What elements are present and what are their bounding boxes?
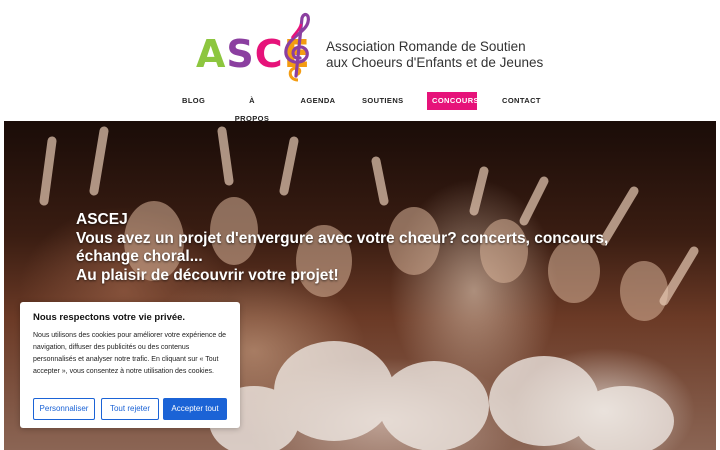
hero-line-1: ASCEJ xyxy=(76,211,128,228)
customize-button[interactable]: Personnaliser xyxy=(33,398,95,420)
main-nav: BLOG À PROPOS AGENDA SOUTIENS CONCOURS C… xyxy=(0,92,720,123)
logo-letter-a: A xyxy=(196,32,227,76)
site-logo[interactable]: ASCE Association Romande de Soutien aux … xyxy=(192,10,543,82)
reject-all-button[interactable]: Tout rejeter xyxy=(101,398,159,420)
hero-line-4: Au plaisir de découvrir votre projet! xyxy=(76,266,339,284)
treble-clef-icon xyxy=(284,12,310,82)
cookie-title: Nous respectons votre vie privée. xyxy=(33,312,186,323)
logo-letter-s: S xyxy=(226,32,255,76)
nav-a-propos[interactable]: À PROPOS xyxy=(232,92,272,123)
logo-tagline-line1: Association Romande de Soutien xyxy=(326,39,526,54)
cookie-body: Nous utilisons des cookies pour améliore… xyxy=(33,332,226,375)
nav-contact[interactable]: CONTACT xyxy=(502,92,541,110)
nav-soutiens[interactable]: SOUTIENS xyxy=(362,92,403,110)
hero-text: ASCEJ Vous avez un projet d'envergure av… xyxy=(76,211,676,285)
nav-concours[interactable]: CONCOURS xyxy=(427,92,479,110)
hero-line-2: Vous avez un projet d'envergure avec vot… xyxy=(76,229,609,247)
hero-line-3: échange choral... xyxy=(76,248,203,265)
cookie-consent-banner: Nous respectons votre vie privée. Nous u… xyxy=(20,302,240,428)
logo-tagline-line2: aux Choeurs d'Enfants et de Jeunes xyxy=(326,55,544,70)
nav-blog[interactable]: BLOG xyxy=(182,92,205,110)
logo-tagline: Association Romande de Soutien aux Choeu… xyxy=(326,39,543,71)
nav-agenda[interactable]: AGENDA xyxy=(300,92,336,110)
accept-all-button[interactable]: Accepter tout xyxy=(163,398,227,420)
